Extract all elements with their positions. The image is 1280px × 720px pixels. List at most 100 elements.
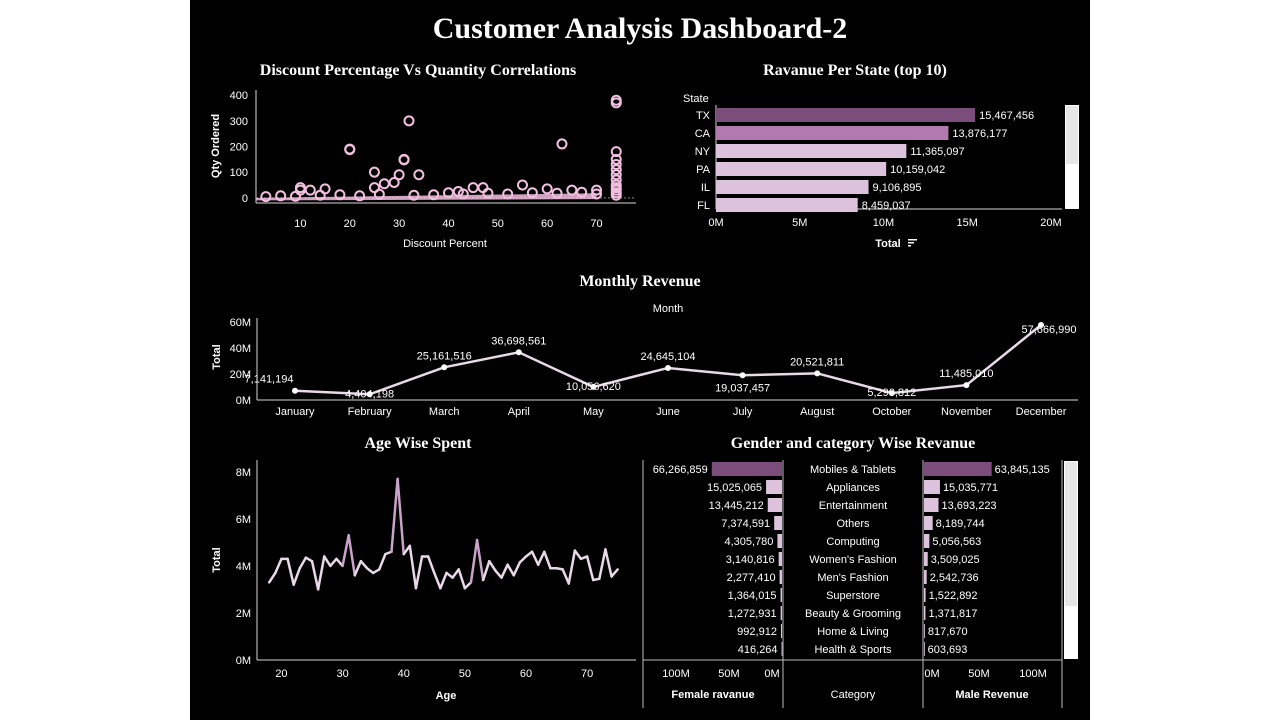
male-value-label: 8,189,744 <box>936 518 985 530</box>
age-line-segment <box>310 559 320 591</box>
state-bar <box>716 126 949 140</box>
scatter-xtick: 70 <box>590 218 602 230</box>
monthly-title: Monthly Revenue <box>579 273 700 290</box>
age-ytick: 6M <box>236 514 251 526</box>
male-axis-label: Male Revenue <box>955 689 1028 701</box>
male-value-label: 15,035,771 <box>943 482 998 494</box>
scatter-point <box>368 166 380 178</box>
female-value-label: 7,374,591 <box>721 518 770 530</box>
age-line-segment <box>543 550 552 570</box>
sort-icon[interactable] <box>908 239 917 247</box>
age-line-segment <box>322 555 332 568</box>
age-line-segment <box>267 571 277 584</box>
female-bar <box>779 570 782 584</box>
age-line-segment <box>500 563 509 579</box>
category-label: Mobiles & Tablets <box>810 464 897 476</box>
monthly-value-label: 19,037,457 <box>715 382 770 394</box>
age-line-segment <box>347 534 357 577</box>
male-bar <box>924 498 939 512</box>
female-bar <box>777 534 782 548</box>
dashboard-title: Customer Analysis Dashboard-2 <box>433 12 848 45</box>
age-line-segment <box>506 563 515 577</box>
scatter-point <box>304 184 316 196</box>
age-line-segment <box>341 534 350 568</box>
age-ytick: 2M <box>236 608 251 620</box>
age-line-segment <box>390 477 399 554</box>
state-category-label: FL <box>697 200 710 212</box>
age-xtick: 50 <box>459 668 471 680</box>
age-line-segment <box>567 549 577 585</box>
dashboard: Customer Analysis Dashboard-2 Discount P… <box>190 0 1090 720</box>
age-line-segment <box>451 568 460 579</box>
age-line-segment <box>359 559 369 570</box>
female-bar <box>780 606 782 620</box>
state-value-label: 8,459,037 <box>862 200 911 212</box>
age-line-segment <box>585 555 595 582</box>
age-line-segment <box>292 566 302 586</box>
monthly-value-label: 24,645,104 <box>640 351 695 363</box>
female-bar <box>774 516 782 530</box>
scatter-point <box>556 138 568 150</box>
state-category-label: IL <box>701 182 710 194</box>
female-value-label: 66,266,859 <box>653 464 708 476</box>
monthly-point <box>963 382 970 389</box>
age-spent-panel: Age Wise Spent Age Total 0M 2M 4M 6M 8M 20 30 4… <box>211 435 636 702</box>
age-line-segment <box>286 557 295 586</box>
monthly-value-label: 11,485,010 <box>939 368 993 380</box>
gender-scrollbar-thumb[interactable] <box>1065 462 1077 606</box>
age-line-segment <box>481 559 491 582</box>
monthly-xtick: March <box>429 406 460 418</box>
monthly-xtick: August <box>800 406 834 418</box>
female-value-label: 1,364,015 <box>728 590 777 602</box>
female-value-label: 992,912 <box>737 626 777 638</box>
scatter-point <box>378 178 390 190</box>
age-line-segment <box>414 555 424 590</box>
state-column-header: State <box>683 93 709 105</box>
male-value-label: 13,693,223 <box>942 500 997 512</box>
state-xtick: 20M <box>1040 217 1061 229</box>
monthly-value-label: 36,698,561 <box>491 335 546 347</box>
male-value-label: 1,522,892 <box>929 590 978 602</box>
scatter-point <box>467 182 479 194</box>
male-bar <box>924 534 930 548</box>
male-bar <box>924 606 926 620</box>
scatter-xlabel: Discount Percent <box>403 238 487 250</box>
scatter-ytick: 200 <box>230 142 248 154</box>
monthly-ytick: 60M <box>230 317 251 329</box>
scatter-point <box>477 182 489 194</box>
age-line-segment <box>530 550 540 566</box>
female-bar <box>767 498 782 512</box>
female-value-label: 3,140,816 <box>726 554 775 566</box>
monthly-point <box>515 349 522 356</box>
state-value-label: 10,159,042 <box>890 164 945 176</box>
age-line-segment <box>610 568 619 578</box>
scatter-ytick: 0 <box>242 193 248 205</box>
monthly-xtick: October <box>872 406 911 418</box>
category-label: Superstore <box>826 590 880 602</box>
category-label: Entertainment <box>819 500 887 512</box>
scatter-xtick: 20 <box>344 218 356 230</box>
female-bar <box>711 462 782 476</box>
female-value-label: 4,305,780 <box>724 536 773 548</box>
state-bar <box>716 144 907 158</box>
state-xtick: 0M <box>708 217 723 229</box>
category-label: Home & Living <box>817 626 889 638</box>
female-bar <box>780 588 782 602</box>
female-value-label: 15,025,065 <box>707 482 762 494</box>
monthly-xtick: June <box>656 406 680 418</box>
state-scrollbar-thumb[interactable] <box>1066 106 1078 164</box>
gender-title: Gender and category Wise Revanue <box>731 435 975 452</box>
state-bar <box>716 180 869 194</box>
male-bar <box>924 588 926 602</box>
monthly-xtick: November <box>941 406 992 418</box>
state-value-label: 15,467,456 <box>979 110 1034 122</box>
monthly-value-label: 5,290,812 <box>867 387 916 399</box>
male-bar <box>924 624 925 638</box>
age-line-segment <box>353 559 363 577</box>
male-value-label: 1,371,817 <box>928 608 977 620</box>
monthly-value-label: 4,404,198 <box>345 388 394 400</box>
female-xtick: 100M <box>662 668 690 680</box>
scatter-ytick: 100 <box>230 167 248 179</box>
age-line-segment <box>561 568 571 585</box>
age-line-segment <box>439 571 448 590</box>
